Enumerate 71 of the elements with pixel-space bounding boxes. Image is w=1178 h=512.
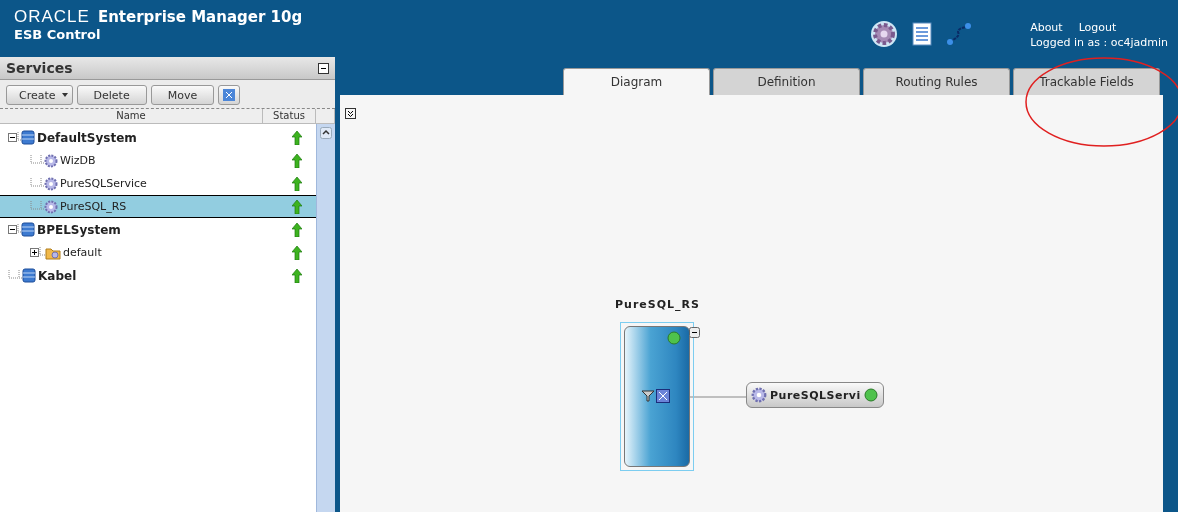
tree-row[interactable]: PureSQLService: [0, 172, 316, 195]
toolbar-button[interactable]: Move: [150, 85, 215, 105]
tab[interactable]: Definition: [713, 68, 860, 95]
service-node-label: PureSQLServi: [770, 388, 861, 402]
product-name: Enterprise Manager 10g: [97, 8, 303, 26]
tree-item-label: default: [63, 246, 102, 259]
scroll-up-icon[interactable]: [320, 127, 332, 139]
tree-row[interactable]: DefaultSystem: [0, 126, 316, 149]
filter-icon: [642, 390, 654, 402]
database-icon: [21, 222, 35, 237]
status-up-icon: [292, 199, 302, 214]
tree-row[interactable]: default: [0, 241, 316, 264]
tree-connector-icon: [17, 131, 21, 144]
app-subtitle: ESB Control: [14, 27, 102, 42]
tree-item-label: PureSQL_RS: [60, 200, 127, 213]
tab[interactable]: Routing Rules: [863, 68, 1010, 95]
transform-icon: [656, 389, 670, 403]
connector-line: [688, 396, 746, 398]
database-icon: [22, 268, 36, 283]
tree-item-label: DefaultSystem: [37, 130, 137, 145]
create-dropdown-button[interactable]: Create: [6, 85, 73, 105]
tree-connector-icon: [17, 223, 21, 236]
status-orb-icon: [863, 388, 878, 402]
gear-icon: [44, 199, 58, 214]
gear-icon: [44, 176, 58, 191]
toolbar-button[interactable]: Delete: [76, 85, 147, 105]
status-up-icon: [292, 130, 302, 145]
tree-item-label: PureSQLService: [60, 177, 147, 190]
service-node[interactable]: PureSQLServi: [746, 382, 884, 408]
status-up-icon: [292, 176, 302, 191]
status-up-icon: [292, 153, 302, 168]
expand-all-button[interactable]: [345, 108, 356, 119]
status-up-icon: [292, 268, 302, 283]
collapse-icon[interactable]: [8, 225, 17, 234]
double-chevron-icon: [346, 109, 355, 118]
connection-icon[interactable]: [946, 22, 973, 46]
tree-row[interactable]: BPELSystem: [0, 218, 316, 241]
scrollbar[interactable]: [316, 124, 335, 512]
folder-gear-icon: [45, 245, 61, 260]
collapse-icon[interactable]: [689, 327, 700, 338]
tree-row[interactable]: PureSQL_RS: [0, 195, 316, 218]
gear-icon: [751, 387, 767, 403]
minimize-button[interactable]: [318, 62, 329, 74]
collapse-icon[interactable]: [8, 133, 17, 142]
router-label: PureSQL_RS: [615, 298, 700, 311]
gear-icon: [44, 153, 58, 168]
tree-row[interactable]: WizDB: [0, 149, 316, 172]
tab[interactable]: Trackable Fields: [1013, 68, 1160, 95]
panel-title: Services: [6, 60, 73, 76]
tree-row[interactable]: Kabel: [0, 264, 316, 287]
status-up-icon: [292, 245, 302, 260]
caret-icon: [61, 93, 68, 97]
tree-connector-icon: [39, 246, 45, 259]
router-node[interactable]: [620, 322, 694, 471]
status-orb-icon: [667, 331, 681, 345]
header-link[interactable]: About: [1030, 21, 1063, 34]
database-icon: [21, 130, 35, 145]
tab[interactable]: Diagram: [563, 68, 710, 95]
login-status: Logged in as : oc4jadmin: [1030, 36, 1168, 49]
expand-icon[interactable]: [30, 248, 39, 257]
column-header: Name: [0, 109, 263, 123]
header-link[interactable]: Logout: [1078, 21, 1117, 34]
brand-logo: ORACLE: [14, 7, 90, 27]
refresh-button[interactable]: [218, 85, 241, 105]
tree-item-label: WizDB: [60, 154, 96, 167]
tree-item-label: BPELSystem: [37, 222, 121, 237]
column-header: Status: [263, 109, 316, 123]
tree-item-label: Kabel: [38, 268, 77, 283]
document-icon[interactable]: [912, 22, 933, 46]
gear-icon[interactable]: [870, 20, 899, 48]
status-up-icon: [292, 222, 302, 237]
